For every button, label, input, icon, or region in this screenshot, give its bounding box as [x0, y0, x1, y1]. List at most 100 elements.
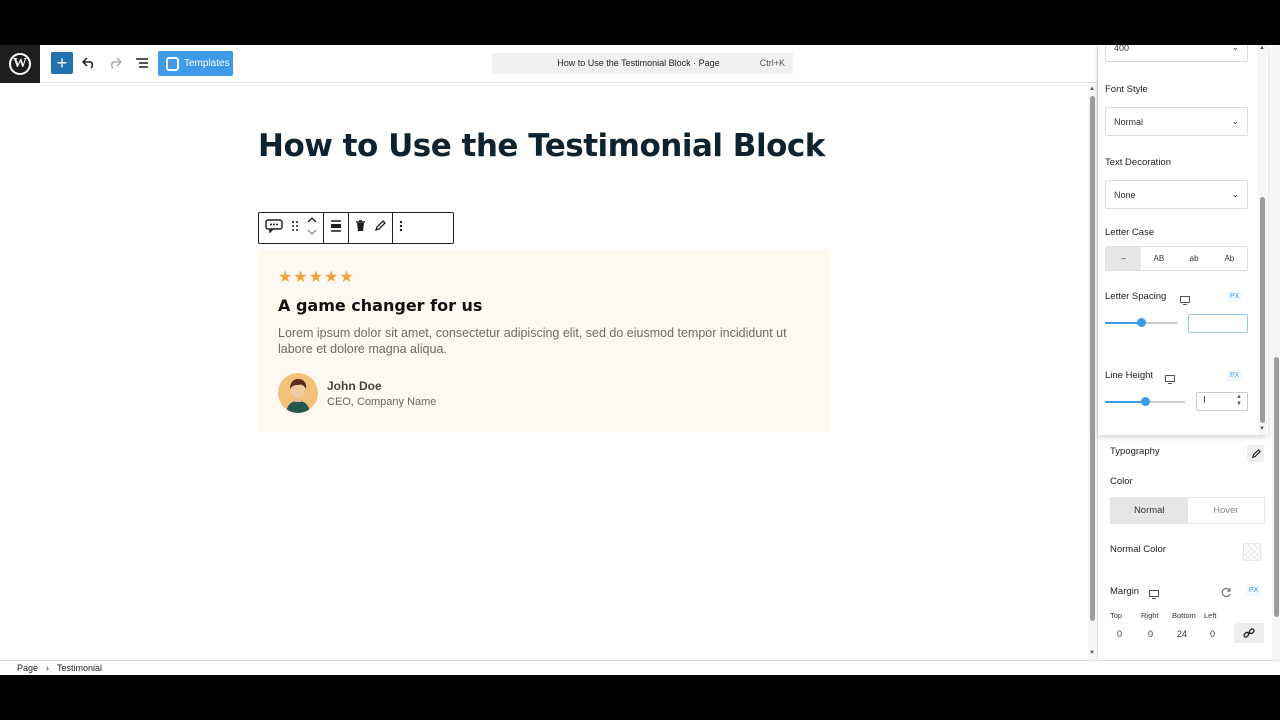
command-bar-title: How to Use the Testimonial Block · Page — [557, 58, 720, 68]
scroll-up-arrow-icon[interactable]: ▲ — [1089, 86, 1095, 92]
panel-scrollbar-thumb[interactable] — [1260, 197, 1265, 423]
testimonial-author: John Doe CEO, Company Name — [278, 373, 436, 413]
line-height-unit[interactable]: PX — [1227, 370, 1243, 381]
typography-edit-icon[interactable] — [1247, 445, 1264, 462]
font-style-label: Font Style — [1105, 84, 1148, 95]
margin-left-label: Left — [1204, 611, 1217, 620]
letter-case-buttons: – AB ab Ab — [1105, 246, 1248, 271]
block-toolbar — [258, 212, 454, 244]
typography-dropdown-panel: 400 ⌄ Font Style Normal ⌄ Text Decoratio… — [1098, 45, 1268, 435]
sidebar-scrollbar-thumb[interactable] — [1274, 357, 1279, 617]
font-style-value: Normal — [1114, 117, 1144, 127]
normal-color-label: Normal Color — [1110, 544, 1166, 555]
letter-spacing-slider-knob[interactable] — [1137, 318, 1146, 327]
line-height-input[interactable]: ▲ ▼ I — [1196, 392, 1248, 411]
command-bar-shortcut: Ctrl+K — [759, 58, 785, 68]
chevron-down-icon: ⌄ — [1231, 116, 1239, 126]
testimonial-body[interactable]: Lorem ipsum dolor sit amet, consectetur … — [278, 325, 798, 357]
breadcrumb-item-page[interactable]: Page — [17, 663, 38, 673]
edit-pencil-icon[interactable] — [374, 219, 386, 237]
text-decoration-value: None — [1114, 190, 1136, 200]
scroll-up-arrow-icon[interactable]: ▲ — [1259, 45, 1265, 51]
editor-top-toolbar: W + Templates How to Use the Testimonial… — [0, 45, 1280, 83]
star-rating: ★ ★ ★ ★ ★ — [278, 270, 810, 286]
stepper-arrows-icon[interactable]: ▲ ▼ — [1236, 394, 1242, 408]
margin-unit[interactable]: PX — [1246, 585, 1262, 596]
margin-top-label: Top — [1110, 611, 1123, 620]
letter-case-uppercase-button[interactable]: AB — [1141, 247, 1176, 270]
star-icon: ★ — [278, 269, 293, 286]
redo-icon[interactable] — [105, 53, 125, 73]
line-height-slider-fill — [1105, 401, 1145, 403]
letter-spacing-slider-fill — [1105, 322, 1141, 324]
author-name[interactable]: John Doe — [327, 379, 436, 393]
wordpress-logo-icon[interactable]: W — [0, 45, 40, 83]
margin-bottom-input[interactable]: 24 — [1177, 629, 1187, 639]
tab-normal[interactable]: Normal — [1111, 498, 1188, 523]
font-weight-value: 400 — [1114, 45, 1130, 53]
letter-spacing-unit[interactable]: PX — [1227, 291, 1243, 302]
scroll-down-arrow-icon[interactable]: ▼ — [1259, 426, 1265, 432]
letter-case-label: Letter Case — [1105, 227, 1155, 238]
desktop-icon[interactable] — [1180, 292, 1190, 310]
text-cursor-icon: I — [1203, 395, 1206, 406]
trash-icon[interactable] — [355, 219, 366, 237]
move-up-down-icon[interactable] — [307, 216, 317, 240]
color-swatch[interactable] — [1243, 543, 1261, 561]
star-icon: ★ — [308, 269, 324, 286]
link-values-icon[interactable] — [1234, 623, 1264, 643]
sidebar-scrollbar[interactable] — [1272, 45, 1280, 660]
document-overview-icon[interactable] — [132, 53, 152, 73]
typography-label: Typography — [1110, 446, 1160, 457]
breadcrumb: Page › Testimonial — [0, 660, 1280, 675]
author-role[interactable]: CEO, Company Name — [327, 396, 436, 408]
letter-case-capitalize-button[interactable]: Ab — [1212, 247, 1247, 270]
letter-case-lowercase-button[interactable]: ab — [1177, 247, 1212, 270]
margin-label: Margin — [1110, 586, 1140, 597]
letter-case-none-button[interactable]: – — [1106, 247, 1142, 270]
letter-spacing-slider[interactable] — [1105, 318, 1177, 327]
line-height-slider-knob[interactable] — [1141, 397, 1150, 406]
reset-icon[interactable] — [1221, 585, 1232, 603]
tab-hover[interactable]: Hover — [1188, 498, 1265, 523]
testimonial-heading[interactable]: A game changer for us — [278, 296, 810, 315]
canvas-scrollbar-thumb[interactable] — [1090, 96, 1095, 621]
testimonial-block[interactable]: ★ ★ ★ ★ ★ A game changer for us Lorem ipsum … — [258, 250, 830, 432]
line-height-slider[interactable] — [1105, 397, 1185, 406]
font-style-select[interactable]: Normal ⌄ — [1105, 107, 1248, 136]
breadcrumb-item-testimonial[interactable]: Testimonial — [57, 663, 102, 673]
templates-button[interactable]: Templates — [158, 51, 233, 76]
margin-left-input[interactable]: 0 — [1210, 629, 1215, 639]
margin-right-input[interactable]: 0 — [1148, 629, 1153, 639]
text-decoration-select[interactable]: None ⌄ — [1105, 180, 1248, 209]
panel-scrollbar[interactable]: ▲ ▼ — [1258, 45, 1267, 435]
undo-icon[interactable] — [79, 53, 99, 73]
editor-canvas: How to Use the Testimonial Block ★ ★ ★ ★… — [0, 84, 1088, 660]
font-weight-select[interactable]: 400 ⌄ — [1105, 45, 1248, 62]
command-palette-bar[interactable]: How to Use the Testimonial Block · Page … — [492, 53, 793, 74]
star-icon: ★ — [339, 269, 354, 286]
editor-screen: W + Templates How to Use the Testimonial… — [0, 45, 1280, 675]
more-options-icon[interactable] — [399, 219, 403, 237]
desktop-icon[interactable] — [1149, 586, 1159, 604]
drag-handle-icon[interactable] — [291, 219, 299, 237]
align-icon[interactable] — [330, 219, 342, 237]
letter-spacing-input[interactable] — [1188, 314, 1248, 333]
page-title[interactable]: How to Use the Testimonial Block — [258, 128, 825, 164]
chevron-down-icon: ⌄ — [1231, 45, 1239, 52]
canvas-scrollbar[interactable]: ▲ ▼ — [1088, 84, 1097, 660]
margin-top-input[interactable]: 0 — [1117, 629, 1122, 639]
star-icon: ★ — [293, 269, 308, 286]
margin-right-label: Right — [1141, 611, 1159, 620]
desktop-icon[interactable] — [1165, 371, 1175, 389]
block-type-icon[interactable] — [265, 218, 283, 238]
line-height-label: Line Height — [1105, 370, 1154, 381]
add-block-button[interactable]: + — [51, 52, 73, 74]
letter-spacing-label: Letter Spacing — [1105, 291, 1167, 302]
scroll-down-arrow-icon[interactable]: ▼ — [1089, 650, 1095, 656]
text-decoration-label: Text Decoration — [1105, 157, 1172, 168]
chevron-down-icon: ⌄ — [1231, 189, 1239, 199]
settings-sidebar: 400 ⌄ Font Style Normal ⌄ Text Decoratio… — [1097, 45, 1280, 660]
templates-button-label: Templates — [184, 58, 230, 69]
templates-logo-icon — [166, 56, 179, 71]
